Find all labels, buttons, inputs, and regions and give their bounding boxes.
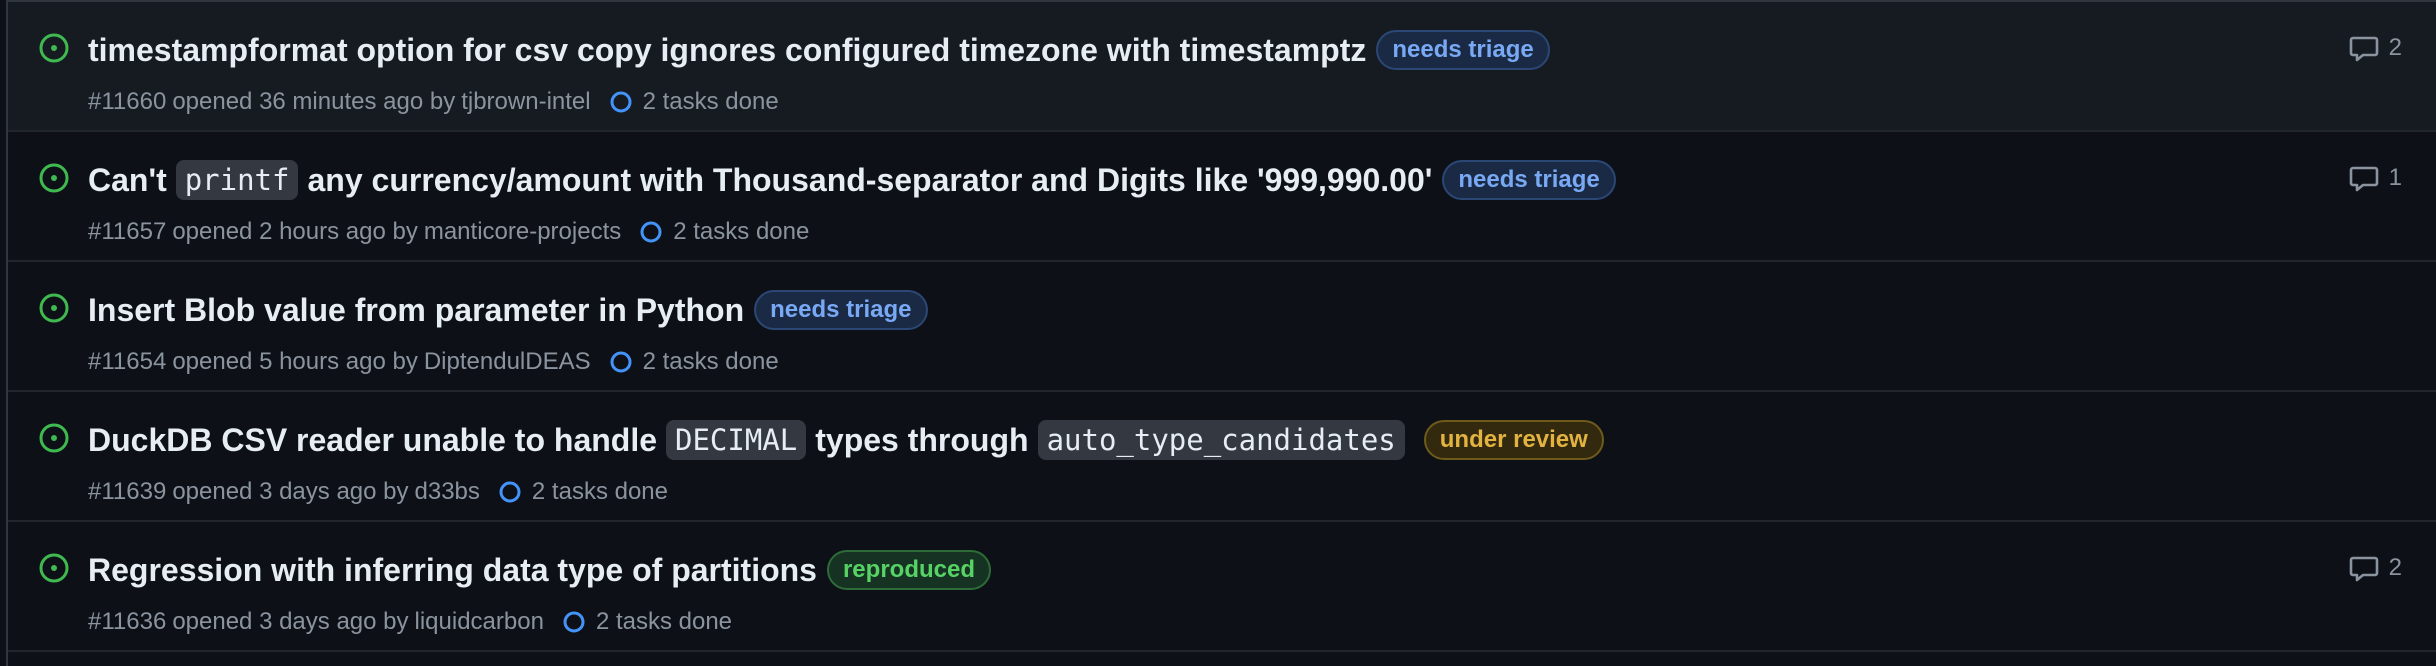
opened-text: opened 3 days ago by xyxy=(172,478,409,505)
issue-title-link[interactable]: DuckDB CSV reader unable to handle xyxy=(88,420,657,460)
author-link[interactable]: tjbrown-intel xyxy=(461,86,590,118)
task-progress-icon xyxy=(609,350,643,374)
issue-meta: #11639 opened 3 days ago by d33bs 2 tasks … xyxy=(88,476,668,508)
inline-code[interactable]: printf xyxy=(175,160,299,200)
comment-count: 1 xyxy=(2388,164,2402,191)
issue-row[interactable]: Insert Blob value from parameter in Pyth… xyxy=(8,262,2436,392)
author-link[interactable]: manticore-projects xyxy=(424,216,621,248)
issue-title-link[interactable]: Insert Blob value from parameter in Pyth… xyxy=(88,290,744,330)
issue-opened-icon xyxy=(38,292,70,324)
task-progress[interactable]: 2 tasks done xyxy=(562,606,732,638)
issue-row[interactable]: timestampformat option for csv copy igno… xyxy=(8,2,2436,132)
issue-opened-icon xyxy=(38,422,70,454)
comment-count: 2 xyxy=(2388,34,2402,61)
opened-text: opened 2 hours ago by xyxy=(172,218,418,245)
inline-code[interactable]: auto_type_candidates xyxy=(1037,420,1405,460)
comments-link[interactable]: 1 xyxy=(2349,162,2402,194)
issue-opened-icon xyxy=(38,162,70,194)
issue-title-line: Can't printf any currency/amount with Thou… xyxy=(88,160,1616,200)
issue-row[interactable]: Regression with inferring data type of p… xyxy=(8,522,2436,652)
comment-icon xyxy=(2349,33,2389,63)
task-progress-icon xyxy=(498,480,532,504)
comment-count: 2 xyxy=(2388,554,2402,581)
comments-link[interactable]: 2 xyxy=(2349,552,2402,584)
issue-label[interactable]: needs triage xyxy=(1376,30,1550,70)
author-link[interactable]: liquidcarbon xyxy=(415,606,544,638)
issue-meta: #11654 opened 5 hours ago by DiptendulDEAS… xyxy=(88,346,779,378)
issue-meta: #11657 opened 2 hours ago by manticore-pro… xyxy=(88,216,809,248)
issue-number: #11654 xyxy=(88,348,167,375)
task-progress[interactable]: 2 tasks done xyxy=(498,476,668,508)
issue-meta: #11636 opened 3 days ago by liquidcarbon 2… xyxy=(88,606,732,638)
issue-title-line: DuckDB CSV reader unable to handle DECIMA… xyxy=(88,420,1604,460)
task-progress[interactable]: 2 tasks done xyxy=(609,86,779,118)
task-progress-label: 2 tasks done xyxy=(595,608,733,635)
issue-title-link[interactable]: Regression with inferring data type of p… xyxy=(88,550,817,590)
comments-link[interactable]: 2 xyxy=(2349,32,2402,64)
issue-opened-icon xyxy=(38,552,70,584)
opened-text: opened 36 minutes ago by xyxy=(172,88,456,115)
issue-number: #11660 xyxy=(88,88,167,115)
task-progress-label: 2 tasks done xyxy=(642,88,779,115)
issue-meta: #11660 opened 36 minutes ago by tjbrown-in… xyxy=(88,86,779,118)
task-progress-label: 2 tasks done xyxy=(642,348,779,375)
task-progress-icon xyxy=(609,90,643,114)
author-link[interactable]: d33bs xyxy=(415,476,480,508)
issue-list: timestampformat option for csv copy igno… xyxy=(6,0,2436,666)
issue-label[interactable]: under review xyxy=(1423,420,1604,460)
inline-code[interactable]: DECIMAL xyxy=(666,420,807,460)
issue-number: #11657 xyxy=(88,218,167,245)
issue-title-line: timestampformat option for csv copy igno… xyxy=(88,30,1550,70)
opened-text: opened 5 hours ago by xyxy=(172,348,418,375)
issue-title-line: Insert Blob value from parameter in Pyth… xyxy=(88,290,928,330)
issue-row[interactable]: DuckDB CSV reader unable to handle DECIMA… xyxy=(8,392,2436,522)
issue-title-line: Regression with inferring data type of p… xyxy=(88,550,991,590)
issue-label[interactable]: reproduced xyxy=(826,550,991,590)
issue-label[interactable]: needs triage xyxy=(754,290,928,330)
opened-text: opened 3 days ago by xyxy=(172,608,409,635)
comment-icon xyxy=(2349,163,2389,193)
task-progress-label: 2 tasks done xyxy=(673,218,810,245)
issue-number: #11639 xyxy=(88,478,167,505)
issue-title-link[interactable]: Can't xyxy=(88,160,167,200)
issue-number: #11636 xyxy=(88,608,167,635)
issue-title-link[interactable]: timestampformat option for csv copy igno… xyxy=(88,30,1366,70)
issue-opened-icon xyxy=(38,32,70,64)
author-link[interactable]: DiptendulDEAS xyxy=(424,346,591,378)
task-progress-icon xyxy=(562,610,596,634)
issue-label[interactable]: needs triage xyxy=(1442,160,1616,200)
issue-title-link[interactable]: types through xyxy=(815,420,1028,460)
task-progress-label: 2 tasks done xyxy=(531,478,668,505)
issue-title-link[interactable]: any currency/amount with Thousand-separa… xyxy=(307,160,1432,200)
comment-icon xyxy=(2349,553,2389,583)
task-progress[interactable]: 2 tasks done xyxy=(639,216,809,248)
issue-row[interactable]: Can't printf any currency/amount with Thou… xyxy=(8,132,2436,262)
task-progress-icon xyxy=(639,220,673,244)
task-progress[interactable]: 2 tasks done xyxy=(609,346,779,378)
